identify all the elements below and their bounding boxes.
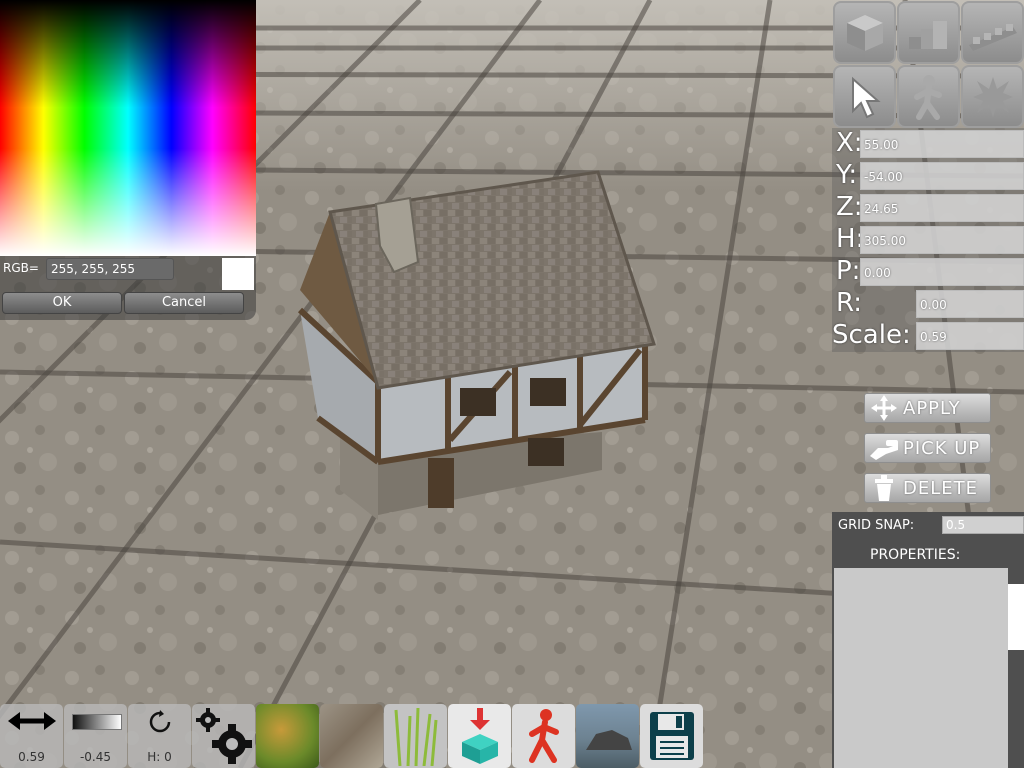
- stair-blocks-icon: [908, 20, 947, 49]
- right-panel: X: 55.00 Y: -54.00 Z: 24.65 H: 305.00 P:…: [832, 0, 1024, 768]
- x-field[interactable]: 55.00: [860, 130, 1024, 158]
- wall-tool-button[interactable]: [961, 1, 1024, 64]
- bottom-toolbar: 0.59 -0.45 H: 0: [0, 704, 704, 768]
- rgb-input[interactable]: [46, 258, 174, 280]
- scale-field[interactable]: 0.59: [916, 322, 1024, 350]
- explosion-icon: [972, 76, 1013, 117]
- rotation-control[interactable]: H: 0: [128, 704, 191, 768]
- p-label: P:: [836, 256, 861, 286]
- scale-value: 0.59: [18, 750, 45, 764]
- cancel-button[interactable]: Cancel: [124, 292, 244, 314]
- rgb-label: RGB=: [3, 261, 39, 275]
- z-field[interactable]: 24.65: [860, 194, 1024, 222]
- properties-label: PROPERTIES:: [870, 547, 961, 563]
- rock-texture-button[interactable]: [320, 704, 383, 768]
- reeds-icon: [394, 707, 438, 766]
- move-arrows-icon: [871, 395, 897, 421]
- walking-person-icon: [913, 74, 942, 120]
- gradient-icon: [72, 714, 122, 730]
- y-field[interactable]: -54.00: [860, 162, 1024, 190]
- walking-person-icon: [529, 709, 559, 763]
- cursor-arrow-icon: [851, 76, 881, 118]
- cube-icon: [846, 14, 883, 51]
- x-label: X:: [836, 128, 863, 158]
- double-arrow-icon: [8, 712, 56, 730]
- properties-list[interactable]: [834, 568, 1008, 768]
- scale-control[interactable]: 0.59: [0, 704, 63, 768]
- house-model[interactable]: [297, 170, 656, 520]
- apply-button-label: APPLY: [903, 397, 961, 419]
- pick-up-button-label: PICK UP: [903, 437, 981, 459]
- grid-snap-label: GRID SNAP:: [838, 518, 915, 533]
- r-label: R:: [836, 288, 863, 318]
- properties-panel: GRID SNAP: 0.5 PROPERTIES:: [832, 512, 1024, 768]
- settings-button[interactable]: [192, 704, 255, 768]
- color-spectrum[interactable]: [0, 0, 256, 256]
- house-window: [530, 378, 566, 406]
- y-label: Y:: [836, 160, 858, 190]
- rotate-icon: [149, 710, 171, 733]
- color-preview-swatch: [222, 258, 254, 290]
- walk-tool-button[interactable]: [897, 65, 960, 128]
- delete-button-label: DELETE: [903, 477, 979, 499]
- r-field[interactable]: 0.00: [916, 290, 1024, 318]
- house-door: [428, 458, 454, 508]
- drop-object-button[interactable]: [448, 704, 511, 768]
- explode-tool-button[interactable]: [961, 65, 1024, 128]
- h-field[interactable]: 305.00: [860, 226, 1024, 254]
- terrain-icon: [586, 730, 632, 750]
- pick-up-button[interactable]: PICK UP: [864, 433, 991, 463]
- brightness-value: -0.45: [79, 750, 112, 764]
- drop-object-icon: [462, 708, 498, 764]
- select-tool-button[interactable]: [833, 65, 896, 128]
- hand-icon: [870, 440, 898, 460]
- house-window: [460, 388, 496, 416]
- gears-icon: [196, 708, 252, 764]
- trash-icon: [875, 475, 893, 501]
- rotation-value: H: 0: [147, 750, 172, 764]
- apply-button[interactable]: APPLY: [864, 393, 991, 423]
- delete-button[interactable]: DELETE: [864, 473, 991, 503]
- grass-texture-button[interactable]: [256, 704, 319, 768]
- p-field[interactable]: 0.00: [860, 258, 1024, 286]
- save-floppy-icon: [650, 712, 694, 760]
- ok-button[interactable]: OK: [2, 292, 122, 314]
- terrain-button[interactable]: [576, 704, 639, 768]
- save-button[interactable]: [640, 704, 703, 768]
- scale-label: Scale:: [832, 320, 911, 350]
- wall-blocks-icon: [968, 23, 1017, 51]
- house-window: [528, 438, 564, 466]
- walk-mode-button[interactable]: [512, 704, 575, 768]
- grid-snap-field[interactable]: 0.5: [942, 516, 1024, 534]
- stair-tool-button[interactable]: [897, 1, 960, 64]
- color-picker-panel: RGB= OK Cancel: [0, 0, 256, 320]
- brightness-control[interactable]: -0.45: [64, 704, 127, 768]
- cube-tool-button[interactable]: [833, 1, 896, 64]
- reeds-button[interactable]: [384, 704, 447, 768]
- properties-scrollbar[interactable]: [1008, 584, 1024, 650]
- z-label: Z:: [836, 192, 863, 222]
